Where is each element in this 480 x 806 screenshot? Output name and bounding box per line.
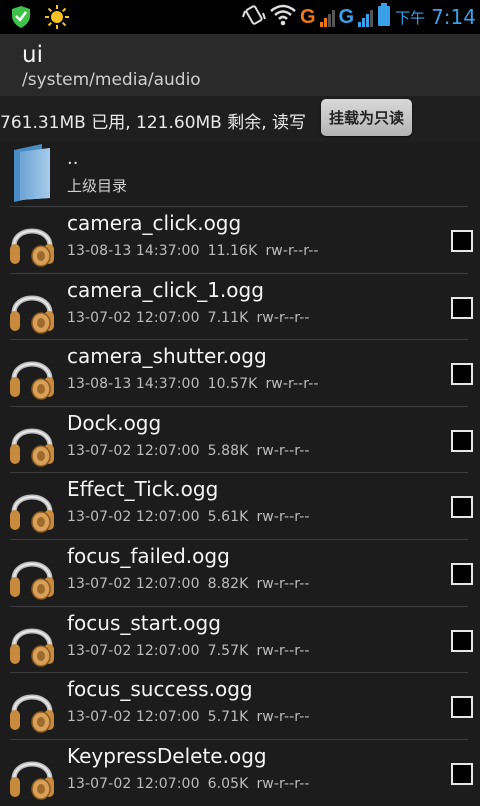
wifi-icon: [270, 4, 296, 30]
status-left: [10, 4, 70, 34]
file-meta: 13-07-02 12:07:00 6.05K rw-r--r--: [67, 776, 318, 792]
file-name: camera_click.ogg: [67, 211, 242, 235]
file-permissions: rw-r--r--: [265, 243, 319, 259]
file-name: focus_failed.ogg: [67, 544, 230, 568]
file-size: 11.16K: [207, 243, 258, 259]
file-name: focus_start.ogg: [67, 610, 221, 635]
file-row[interactable]: Effect_Tick.ogg 13-07-02 12:07:00 5.61K rw-…: [0, 473, 480, 539]
network-type-2: G: [338, 5, 355, 28]
file-meta: 13-07-02 12:07:00 8.82K rw-r--r--: [67, 576, 318, 592]
file-date: 13-08-13 14:37:00: [67, 376, 200, 393]
file-size: 7.57K: [207, 642, 249, 659]
file-date: 13-08-13 14:37:00: [67, 243, 200, 259]
headphones-icon: [8, 216, 56, 268]
file-row[interactable]: focus_success.ogg 13-07-02 12:07:00 5.71K r…: [0, 673, 480, 739]
select-checkbox[interactable]: [451, 363, 473, 386]
select-checkbox[interactable]: [451, 230, 473, 252]
file-permissions: rw-r--r--: [256, 709, 310, 726]
signal-bars-1-icon: [319, 7, 335, 27]
file-name: Dock.ogg: [67, 410, 162, 435]
page-title: ui: [22, 42, 43, 68]
file-row[interactable]: focus_start.ogg 13-07-02 12:07:00 7.57K rw-…: [0, 607, 480, 673]
select-checkbox[interactable]: [451, 429, 473, 452]
file-size: 5.88K: [207, 442, 249, 459]
file-meta: 13-07-02 12:07:00 5.71K rw-r--r--: [67, 709, 318, 725]
file-meta: 13-07-02 12:07:00 5.88K rw-r--r--: [67, 443, 318, 459]
file-date: 13-07-02 12:07:00: [67, 709, 200, 726]
file-date: 13-07-02 12:07:00: [67, 576, 200, 592]
file-permissions: rw-r--r--: [256, 576, 310, 592]
file-name: camera_shutter.ogg: [67, 344, 267, 369]
app-header: ui /system/media/audio: [0, 34, 480, 97]
vibrate-icon: [241, 3, 266, 31]
file-permissions: rw-r--r--: [256, 442, 310, 459]
parent-dots: ..: [67, 148, 79, 169]
file-name: focus_success.ogg: [67, 677, 253, 702]
select-checkbox[interactable]: [451, 629, 473, 652]
headphones-icon: [8, 616, 56, 668]
battery-icon: [377, 3, 391, 31]
file-meta: 13-08-13 14:37:00 10.57K rw-r--r--: [67, 376, 327, 392]
file-row[interactable]: camera_click.ogg 13-08-13 14:37:00 11.16K r…: [0, 207, 480, 273]
file-row[interactable]: camera_shutter.ogg 13-08-13 14:37:00 10.57…: [0, 340, 480, 406]
file-permissions: rw-r--r--: [256, 775, 310, 792]
mount-readonly-button[interactable]: 挂载为只读: [321, 99, 412, 136]
file-permissions: rw-r--r--: [256, 509, 310, 526]
headphones-icon: [8, 749, 56, 801]
file-size: 6.05K: [207, 775, 249, 792]
file-row[interactable]: camera_click_1.ogg 13-07-02 12:07:00 7.11K…: [0, 274, 480, 340]
headphones-icon: [8, 416, 56, 468]
clock-ampm: 下午: [395, 8, 426, 27]
file-size: 8.82K: [207, 576, 249, 592]
select-checkbox[interactable]: [451, 296, 473, 319]
file-row[interactable]: focus_failed.ogg 13-07-02 12:07:00 8.82K rw…: [0, 540, 480, 606]
file-size: 5.61K: [207, 509, 249, 526]
file-permissions: rw-r--r--: [265, 376, 319, 393]
select-checkbox[interactable]: [451, 762, 473, 785]
file-size: 5.71K: [207, 709, 249, 726]
file-size: 7.11K: [207, 309, 249, 326]
headphones-icon: [8, 283, 56, 335]
folder-icon: [12, 144, 52, 202]
file-name: KeypressDelete.ogg: [67, 743, 267, 768]
file-meta: 13-07-02 12:07:00 5.61K rw-r--r--: [67, 509, 318, 525]
select-checkbox[interactable]: [451, 696, 473, 719]
file-date: 13-07-02 12:07:00: [67, 309, 200, 326]
brightness-icon: [44, 4, 70, 34]
file-size: 10.57K: [207, 376, 258, 393]
signal-bars-2-icon: [358, 7, 374, 27]
file-date: 13-07-02 12:07:00: [67, 642, 200, 659]
storage-bar: 761.31MB 已用, 121.60MB 剩余, 读写 挂载为只读: [0, 96, 480, 142]
file-row[interactable]: KeypressDelete.ogg 13-07-02 12:07:00 6.05K…: [0, 740, 480, 806]
headphones-icon: [8, 349, 56, 401]
file-meta: 13-07-02 12:07:00 7.57K rw-r--r--: [67, 643, 318, 659]
file-row[interactable]: Dock.ogg 13-07-02 12:07:00 5.88K rw-r--r--: [0, 407, 480, 473]
network-type-1: G: [299, 5, 316, 28]
headphones-icon: [8, 682, 56, 734]
current-path: /system/media/audio: [22, 70, 201, 90]
file-name: Effect_Tick.ogg: [67, 477, 219, 502]
file-date: 13-07-02 12:07:00: [67, 442, 200, 459]
file-date: 13-07-02 12:07:00: [67, 775, 200, 792]
clock-time: 7:14: [431, 5, 476, 29]
file-meta: 13-07-02 12:07:00 7.11K rw-r--r--: [67, 310, 318, 326]
file-name: camera_click_1.ogg: [67, 277, 264, 302]
select-checkbox[interactable]: [451, 496, 473, 519]
status-right: G G 下午 7:14: [241, 2, 476, 32]
select-checkbox[interactable]: [451, 563, 473, 585]
storage-info: 761.31MB 已用, 121.60MB 剩余, 读写: [0, 113, 307, 133]
parent-directory-item[interactable]: .. 上级目录: [0, 142, 480, 206]
parent-label: 上级目录: [67, 177, 128, 195]
file-meta: 13-08-13 14:37:00 11.16K rw-r--r--: [67, 243, 327, 259]
file-permissions: rw-r--r--: [256, 309, 310, 326]
file-permissions: rw-r--r--: [256, 642, 310, 659]
status-bar: G G 下午 7:14: [0, 0, 480, 34]
shield-icon: [10, 5, 32, 33]
headphones-icon: [8, 549, 56, 601]
headphones-icon: [8, 482, 56, 534]
file-date: 13-07-02 12:07:00: [67, 509, 200, 526]
